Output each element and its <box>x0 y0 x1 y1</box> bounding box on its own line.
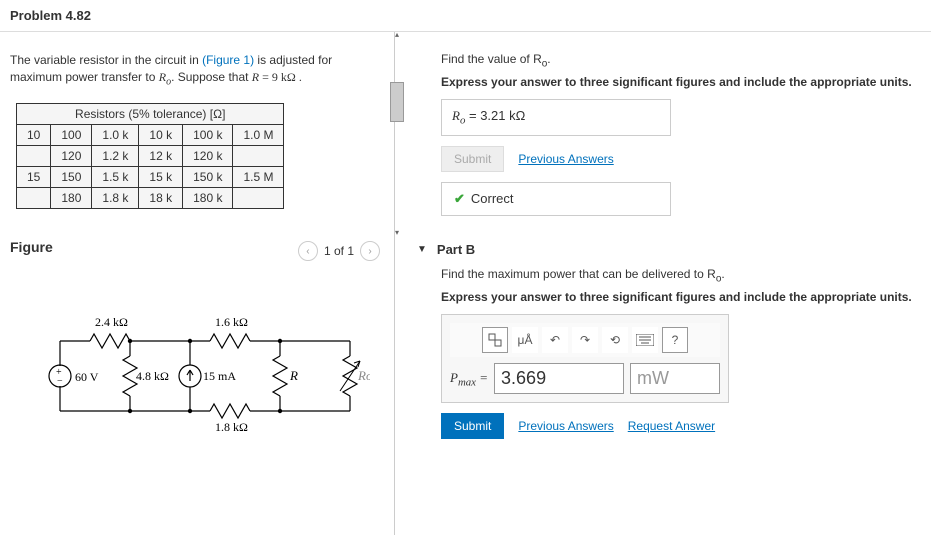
partb-toolbar: μÅ ↶ ↷ ⟲ ? <box>450 323 720 357</box>
parta-previous-answers-link[interactable]: Previous Answers <box>518 152 613 166</box>
intro-text-3: . Suppose that <box>171 70 252 84</box>
reset-button[interactable]: ⟲ <box>602 327 628 353</box>
cell: 100 <box>51 125 92 146</box>
units-button[interactable]: μÅ <box>512 327 538 353</box>
template-button[interactable] <box>482 327 508 353</box>
figure-count: 1 of 1 <box>324 244 354 258</box>
svg-text:1.6 kΩ: 1.6 kΩ <box>215 315 248 329</box>
figure-next-button[interactable]: › <box>360 241 380 261</box>
cell: 180 k <box>183 188 233 209</box>
cell: 18 k <box>139 188 183 209</box>
cell <box>17 146 51 167</box>
caret-down-icon: ▼ <box>417 244 427 255</box>
cell: 10 <box>17 125 51 146</box>
keyboard-button[interactable] <box>632 327 658 353</box>
partb-request-answer-link[interactable]: Request Answer <box>628 419 715 433</box>
parta-answer-box: Ro = 3.21 kΩ <box>441 99 671 136</box>
help-button[interactable]: ? <box>662 327 688 353</box>
table-row: 180 1.8 k 18 k 180 k <box>17 188 284 209</box>
cell: 1.5 k <box>92 167 139 188</box>
cell: 1.5 M <box>233 167 284 188</box>
cell: 180 <box>51 188 92 209</box>
svg-text:2.4 kΩ: 2.4 kΩ <box>95 315 128 329</box>
undo-button[interactable]: ↶ <box>542 327 568 353</box>
partb-find: Find the maximum power that can be deliv… <box>441 267 923 284</box>
svg-text:−: − <box>57 376 63 387</box>
partb-instructions: Express your answer to three significant… <box>441 290 923 304</box>
main: ▴ ▾ The variable resistor in the circuit… <box>0 32 931 535</box>
cell: 1.8 k <box>92 188 139 209</box>
partb-unit-input[interactable] <box>630 363 720 394</box>
cell: 12 k <box>139 146 183 167</box>
right-panel: Find the value of Ro. Express your answe… <box>395 32 931 535</box>
partb-header[interactable]: ▼ Part B <box>417 242 923 257</box>
cell: 150 k <box>183 167 233 188</box>
cell: 1.2 k <box>92 146 139 167</box>
cell: 15 k <box>139 167 183 188</box>
intro-rvar: R <box>159 70 166 84</box>
partb-value-input[interactable] <box>494 363 624 394</box>
partb-previous-answers-link[interactable]: Previous Answers <box>518 419 613 433</box>
resistor-table: Resistors (5% tolerance) [Ω] 10 100 1.0 … <box>16 103 284 209</box>
parta-submit-button: Submit <box>441 146 504 172</box>
intro-eq: = 9 kΩ . <box>259 70 302 84</box>
svg-text:1.8 kΩ: 1.8 kΩ <box>215 420 248 434</box>
table-row: 120 1.2 k 12 k 120 k <box>17 146 284 167</box>
partb-title: Part B <box>437 242 475 257</box>
svg-text:R: R <box>289 368 298 383</box>
partb-submit-button[interactable]: Submit <box>441 413 504 439</box>
cell: 1.0 k <box>92 125 139 146</box>
cell: 150 <box>51 167 92 188</box>
figure-prev-button[interactable]: ‹ <box>298 241 318 261</box>
parta-correct-badge: ✔Correct <box>441 182 671 216</box>
parta-instructions: Express your answer to three significant… <box>441 75 923 89</box>
problem-title: Problem 4.82 <box>0 0 931 32</box>
cell: 120 k <box>183 146 233 167</box>
cell <box>17 188 51 209</box>
svg-text:15 mA: 15 mA <box>203 369 236 383</box>
cell <box>233 188 284 209</box>
figure-link[interactable]: (Figure 1) <box>202 53 254 67</box>
left-panel: ▴ ▾ The variable resistor in the circuit… <box>0 32 395 535</box>
cell: 15 <box>17 167 51 188</box>
cell <box>233 146 284 167</box>
problem-intro: The variable resistor in the circuit in … <box>10 52 384 89</box>
partb-input-panel: μÅ ↶ ↷ ⟲ ? Pmax = <box>441 314 729 403</box>
check-icon: ✔ <box>454 191 465 206</box>
intro-text-1: The variable resistor in the circuit in <box>10 53 202 67</box>
cell: 120 <box>51 146 92 167</box>
partb-var-label: Pmax = <box>450 370 488 389</box>
svg-text:4.8 kΩ: 4.8 kΩ <box>136 369 169 383</box>
svg-text:60 V: 60 V <box>75 370 99 384</box>
redo-button[interactable]: ↷ <box>572 327 598 353</box>
table-head: Resistors (5% tolerance) [Ω] <box>17 104 284 125</box>
svg-text:Ro: Ro <box>357 368 370 383</box>
cell: 1.0 M <box>233 125 284 146</box>
parta-find: Find the value of Ro. <box>441 52 923 69</box>
cell: 100 k <box>183 125 233 146</box>
table-row: 15 150 1.5 k 15 k 150 k 1.5 M <box>17 167 284 188</box>
cell: 10 k <box>139 125 183 146</box>
table-row: 10 100 1.0 k 10 k 100 k 1.0 M <box>17 125 284 146</box>
circuit-figure: + − 2.4 kΩ 1.6 kΩ 1.8 kΩ 4.8 kΩ 60 V 15 … <box>40 291 384 444</box>
